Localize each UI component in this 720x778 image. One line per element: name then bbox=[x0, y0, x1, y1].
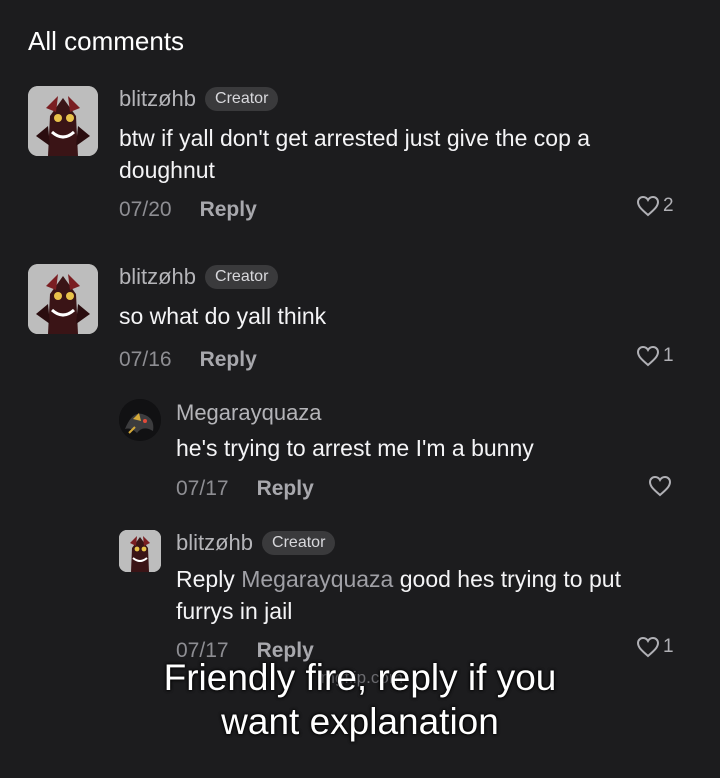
meme-caption: Friendly fire, reply if you want explana… bbox=[163, 657, 557, 742]
reply-username[interactable]: Megarayquaza bbox=[176, 400, 322, 426]
avatar-megarayquaza-image bbox=[119, 399, 161, 441]
creator-badge: Creator bbox=[205, 87, 279, 111]
comment-text: so what do yall think bbox=[119, 303, 327, 329]
reply-text: he's trying to arrest me I'm a bunny bbox=[176, 435, 534, 461]
section-title: All comments bbox=[28, 26, 185, 56]
reply-button[interactable]: Reply bbox=[200, 198, 257, 222]
reply-date: 07/17 bbox=[176, 477, 229, 500]
comment-username[interactable]: blitzøhb bbox=[119, 264, 196, 290]
user-avatar[interactable] bbox=[119, 399, 161, 441]
user-avatar[interactable] bbox=[119, 530, 161, 572]
like-button[interactable] bbox=[648, 475, 672, 497]
like-count: 1 bbox=[663, 636, 674, 657]
like-count: 1 bbox=[663, 345, 674, 366]
heart-icon bbox=[636, 195, 660, 217]
user-avatar[interactable] bbox=[28, 264, 98, 334]
avatar-blitzo-image bbox=[28, 264, 98, 334]
like-button[interactable]: 1 bbox=[636, 636, 674, 658]
comment-date: 07/20 bbox=[119, 198, 172, 221]
like-count: 2 bbox=[663, 195, 674, 216]
reply-button[interactable]: Reply bbox=[257, 477, 314, 501]
heart-icon bbox=[636, 636, 660, 658]
like-button[interactable]: 2 bbox=[636, 195, 674, 217]
reply-username[interactable]: blitzøhb bbox=[176, 530, 253, 556]
heart-icon bbox=[636, 345, 660, 367]
comment-text: btw if yall don't get arrested just give… bbox=[119, 125, 591, 183]
like-button[interactable]: 1 bbox=[636, 345, 674, 367]
reply-button[interactable]: Reply bbox=[200, 348, 257, 372]
comment-username[interactable]: blitzøhb bbox=[119, 86, 196, 112]
creator-badge: Creator bbox=[205, 265, 279, 289]
reply-prefix: Reply bbox=[176, 566, 235, 592]
user-avatar[interactable] bbox=[28, 86, 98, 156]
avatar-blitzo-image bbox=[119, 530, 161, 572]
heart-icon bbox=[648, 475, 672, 497]
mention-link[interactable]: Megarayquaza bbox=[241, 566, 393, 592]
creator-badge: Creator bbox=[262, 531, 336, 555]
reply-text: Reply Megarayquaza good hes trying to pu… bbox=[176, 563, 656, 627]
comment-date: 07/16 bbox=[119, 348, 172, 371]
avatar-blitzo-image bbox=[28, 86, 98, 156]
